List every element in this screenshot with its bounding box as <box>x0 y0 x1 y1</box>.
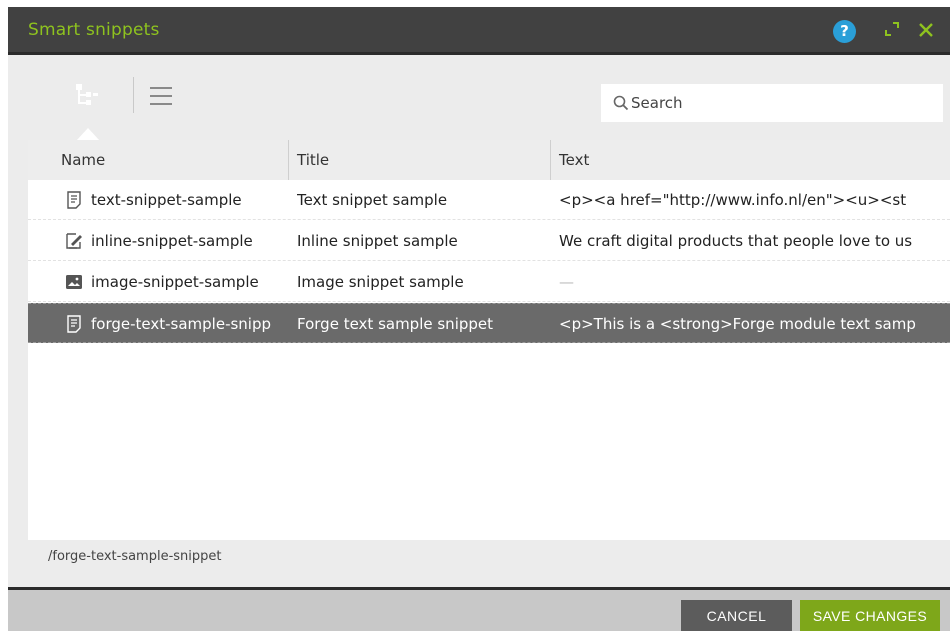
selected-path: /forge-text-sample-snippet <box>48 549 222 564</box>
tree-view-icon[interactable] <box>74 82 100 108</box>
snippet-name: forge-text-sample-snipp <box>91 315 272 333</box>
close-icon[interactable] <box>916 20 936 40</box>
snippet-name: text-snippet-sample <box>91 191 242 209</box>
snippet-title: Image snippet sample <box>297 273 464 291</box>
snippet-title: Inline snippet sample <box>297 232 458 250</box>
dialog-title: Smart snippets <box>28 20 160 40</box>
column-header-text[interactable]: Text <box>550 140 950 180</box>
text-document-icon <box>67 191 81 209</box>
snippet-text: <p>This is a <strong>Forge module text s… <box>559 315 916 333</box>
snippet-name: image-snippet-sample <box>91 273 259 291</box>
text-document-icon <box>67 315 81 333</box>
table-row-selected[interactable]: forge-text-sample-snipp Forge text sampl… <box>28 303 950 343</box>
snippet-name: inline-snippet-sample <box>91 232 253 250</box>
snippet-title: Text snippet sample <box>297 191 448 209</box>
image-icon <box>66 275 82 289</box>
table-row[interactable]: inline-snippet-sample Inline snippet sam… <box>28 221 950 261</box>
maximize-icon[interactable] <box>884 21 900 37</box>
cancel-button[interactable]: CANCEL <box>681 600 792 631</box>
toolbar <box>28 55 950 141</box>
table-header: Name Title Text <box>28 140 950 180</box>
column-header-name[interactable]: Name <box>61 140 287 180</box>
snippet-text: — <box>559 273 574 291</box>
dialog-footer: CANCEL SAVE CHANGES <box>8 587 950 631</box>
table-row[interactable]: image-snippet-sample Image snippet sampl… <box>28 262 950 302</box>
help-icon[interactable]: ? <box>833 20 856 43</box>
title-bar: Smart snippets ? <box>8 7 950 55</box>
list-view-icon[interactable] <box>150 86 172 106</box>
search-input[interactable] <box>631 84 936 122</box>
snippet-title: Forge text sample snippet <box>297 315 494 333</box>
column-header-title[interactable]: Title <box>288 140 550 180</box>
table-row[interactable]: text-snippet-sample Text snippet sample … <box>28 180 950 220</box>
inline-edit-icon <box>66 233 82 249</box>
snippet-text: We craft digital products that people lo… <box>559 232 913 250</box>
search-box <box>601 84 943 122</box>
snippets-table: Name Title Text text-snippet-sample Text… <box>28 140 950 540</box>
view-divider <box>133 77 134 113</box>
search-icon <box>613 95 629 111</box>
snippet-text: <p><a href="http://www.info.nl/en"><u><s… <box>559 191 907 209</box>
save-changes-button[interactable]: SAVE CHANGES <box>800 600 940 631</box>
smart-snippets-dialog: Smart snippets ? Search Name Title Text … <box>8 7 950 631</box>
